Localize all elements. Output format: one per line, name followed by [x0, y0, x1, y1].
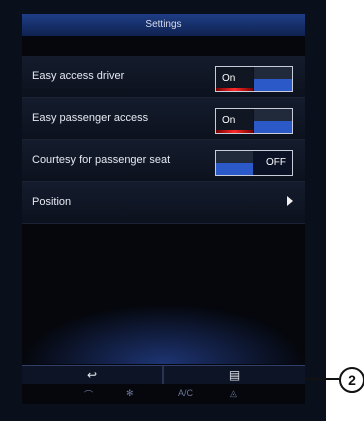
screen: Settings Easy access driver On Easy pass…	[22, 14, 305, 404]
title-bar: Settings	[22, 14, 305, 36]
callout-number: 2	[339, 367, 364, 393]
chevron-right-icon	[287, 196, 293, 206]
status-bar: ⌒ ✻ A/C ◬	[22, 384, 305, 404]
toggle-panel	[254, 109, 292, 133]
on-indicator	[216, 88, 253, 91]
back-icon: ↩	[86, 368, 98, 382]
toggle-on-state: On	[216, 109, 253, 133]
toggle-panel	[254, 67, 292, 91]
recirculation-icon: ◬	[230, 388, 237, 398]
page-title: Settings	[145, 19, 182, 30]
back-button[interactable]: ↩	[22, 366, 162, 384]
row-label: Position	[32, 196, 72, 208]
toggle-state-label: OFF	[266, 157, 286, 168]
toggle-easy-access-driver[interactable]: On	[215, 66, 293, 92]
toggle-on-state: On	[216, 67, 253, 91]
toggle-state-label: On	[222, 115, 236, 126]
menu-button[interactable]: ▤	[164, 366, 305, 384]
row-easy-access-driver[interactable]: Easy access driver On	[22, 56, 305, 98]
bottom-glow	[22, 304, 305, 364]
row-easy-passenger-access[interactable]: Easy passenger access On	[22, 98, 305, 140]
fan-icon: ✻	[126, 388, 134, 398]
toggle-state-label: On	[222, 73, 236, 84]
row-label: Easy passenger access	[32, 112, 149, 124]
infotainment-device: Settings Easy access driver On Easy pass…	[0, 0, 326, 421]
ac-label: A/C	[178, 388, 194, 398]
seat-icon: ⌒	[84, 390, 94, 400]
bottom-action-bar: ↩ ▤	[22, 365, 305, 384]
row-label: Easy access driver	[32, 70, 125, 82]
toggle-courtesy-passenger-seat[interactable]: OFF	[215, 150, 293, 176]
menu-icon: ▤	[228, 368, 241, 382]
callout-leader-line	[305, 378, 339, 380]
toggle-panel	[216, 151, 253, 175]
row-position[interactable]: Position	[22, 182, 305, 224]
on-indicator	[216, 130, 253, 133]
row-courtesy-passenger-seat[interactable]: Courtesy for passenger seat OFF	[22, 140, 305, 182]
row-label: Courtesy for passenger seat	[32, 154, 171, 166]
toggle-easy-passenger-access[interactable]: On	[215, 108, 293, 134]
